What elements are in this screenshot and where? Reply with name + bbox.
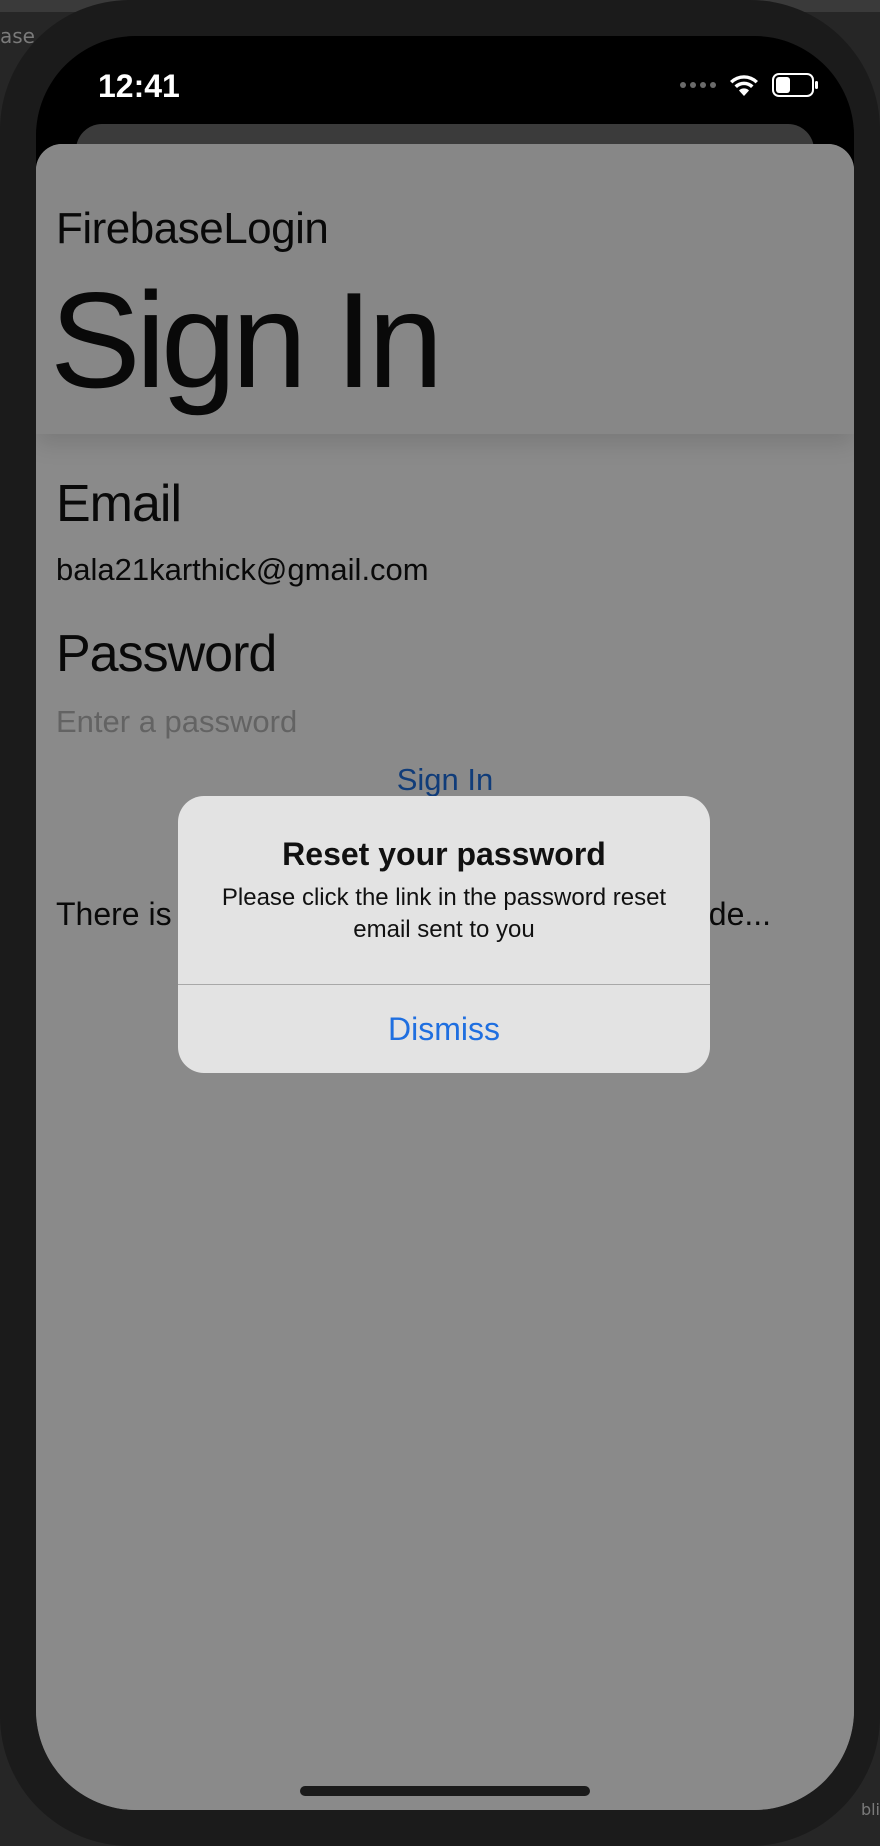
wifi-icon [728,72,760,98]
phone-screen: 12:41 FirebaseLogin Sign In Email bala21… [36,36,854,1810]
alert-title: Reset your password [282,836,606,872]
dismiss-button[interactable]: Dismiss [178,985,710,1073]
alert-message: Please click the link in the password re… [221,884,667,943]
phone-frame: 12:41 FirebaseLogin Sign In Email bala21… [0,0,880,1846]
desktop-label-left: ase [0,24,35,48]
home-indicator[interactable] [300,1786,590,1796]
desktop-label-right: bli [860,1800,880,1819]
reset-password-alert: Reset your password Please click the lin… [178,796,710,1073]
notch [218,36,672,104]
status-time: 12:41 [98,68,180,104]
status-icons [680,72,820,98]
battery-icon [772,73,820,97]
signal-icon [680,82,716,88]
